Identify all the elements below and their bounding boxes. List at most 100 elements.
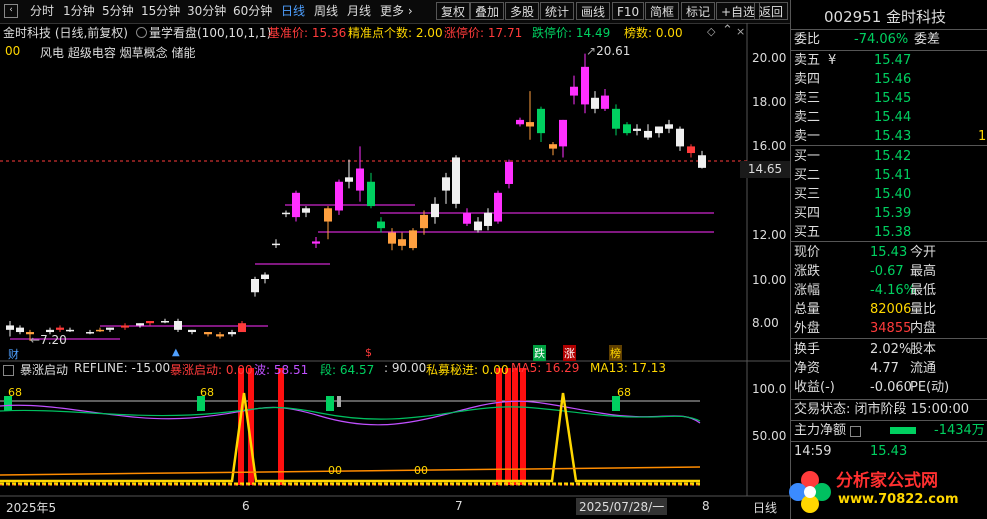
date-tick: 7 [455,499,463,513]
main-flow-value: -1434万 [934,423,985,438]
quote-value: 34855 [870,321,912,336]
refline-label: REFLINE: -15.00 [74,361,171,375]
weibi-label: 委比 [794,32,821,47]
ninety-label: : 90.00 [384,361,427,375]
weibi-value: -74.06% [854,32,909,47]
stock-name: 金时科技 [886,8,947,26]
lower-indicator-name[interactable]: 暴涨启动 [20,361,68,378]
ask-price: 15.46 [874,72,912,87]
wave-line [0,400,701,426]
mark-button[interactable]: 标记 [681,2,716,20]
quote-value: 82006 [870,302,912,317]
date-tick: 8 [702,499,710,513]
lower-tick: 100.0 [752,382,787,396]
date-tick: 6 [242,499,250,513]
overlay-button[interactable]: 叠加 [470,2,505,20]
candle-body [161,320,169,323]
fuquan-button[interactable]: 复权 [436,2,471,20]
quote-row: 外盘 34855 内盘 [794,318,987,339]
signal-block [337,396,341,407]
candle-body [623,124,631,134]
board-count-label: 榜数: 0.00 [624,26,683,40]
quote-label: 涨幅 [794,283,821,298]
quote-label: 现价 [794,245,821,260]
kline-chart-area[interactable] [0,23,790,519]
trade-state: 交易状态: 闭市阶段 15:00:00 [794,402,970,417]
indicator-name[interactable]: 量学看盘(100,10,1,1) [149,24,271,41]
flower-logo-icon [789,471,831,513]
quote-row: 现价 15.43 今开 [794,242,987,263]
chevron-up-icon[interactable]: ⌃ [722,23,733,38]
stats-row: 净资 4.77 流通 [794,358,987,379]
candle-body [377,221,385,229]
marker-bang: 榜 [609,345,622,361]
quote-value: 15.43 [870,245,908,260]
ask-row: 卖五 15.47 ¥ [794,50,987,71]
date-tick: 2025年5 [6,501,57,515]
stats-button[interactable]: 统计 [540,2,575,20]
candle-body [494,192,502,222]
period-monthly[interactable]: 月线 [347,3,371,20]
current-price-tag: 14.65 [740,161,790,178]
line2-prefix: 00 [5,44,21,58]
stats-label: 换手 [794,342,821,357]
price-tick: 18.00 [752,95,787,109]
candle-body [484,212,492,226]
price-tick: 20.00 [752,51,787,65]
period-60min[interactable]: 60分钟 [233,3,272,20]
detail-icon[interactable] [850,426,861,437]
return-button[interactable]: 返回 [754,2,789,20]
quote-right-label: 量比 [910,302,937,317]
ma-line [0,466,701,476]
period-daily[interactable]: 日线 [281,3,305,20]
last-tick-row: 14:59 15.43 [794,441,987,462]
candle-body [409,230,417,249]
stock-code: 002951 [824,8,882,26]
last-time: 14:59 [794,444,832,459]
collapse-icon[interactable]: ◇ [707,25,715,38]
candle-body [655,126,663,134]
quote-row: 涨幅 -4.16% 最低 [794,280,987,301]
lower-toggle-icon[interactable] [3,365,14,376]
candle-body [216,334,224,337]
marker-cai[interactable]: 财 [8,346,19,362]
bid-row: 买五 15.38 [794,222,987,243]
period-weekly[interactable]: 周线 [314,3,338,20]
info-circle-icon[interactable] [136,27,147,38]
stats-right-label: 股本 [910,342,937,357]
draw-line-button[interactable]: 画线 [576,2,611,20]
period-fenshi[interactable]: 分时 [30,3,54,20]
price-tick: 16.00 [752,139,787,153]
signal-block [326,396,334,411]
period-5min[interactable]: 5分钟 [102,3,134,20]
candle-body [66,329,74,332]
bid-price: 15.39 [874,206,912,221]
date-cursor-label: 2025/07/28/一 [576,498,668,515]
f10-button[interactable]: F10 [612,2,645,20]
simple-frame-button[interactable]: 简框 [645,2,680,20]
multi-stock-button[interactable]: 多股 [505,2,540,20]
candle-body [442,177,450,191]
period-more[interactable]: 更多 › [380,3,413,20]
signal-bar [520,368,526,485]
back-icon[interactable]: ‹ [4,4,18,18]
close-icon[interactable]: × [736,25,745,38]
candle-body [292,192,300,218]
period-30min[interactable]: 30分钟 [187,3,226,20]
last-price: 15.43 [870,444,908,459]
lower-label-68: 68 [8,386,22,399]
limit-down-label: 跌停价: 14.49 [532,26,611,40]
candle-body [537,108,545,134]
period-1min[interactable]: 1分钟 [63,3,95,20]
candle-body [644,130,652,138]
ask-row: 卖一 15.43 1 [794,126,987,147]
candle-body [581,66,589,105]
period-15min[interactable]: 15分钟 [141,3,180,20]
lower-label-68: 68 [617,386,631,399]
private-label: 私募秘进: 0.00 [426,363,509,377]
candle-body [420,214,428,229]
marker-zhang: 涨 [563,345,576,361]
ma13-label: MA13: 17.13 [590,361,667,375]
price-tick: 10.00 [752,273,787,287]
bid-price: 15.41 [874,168,912,183]
